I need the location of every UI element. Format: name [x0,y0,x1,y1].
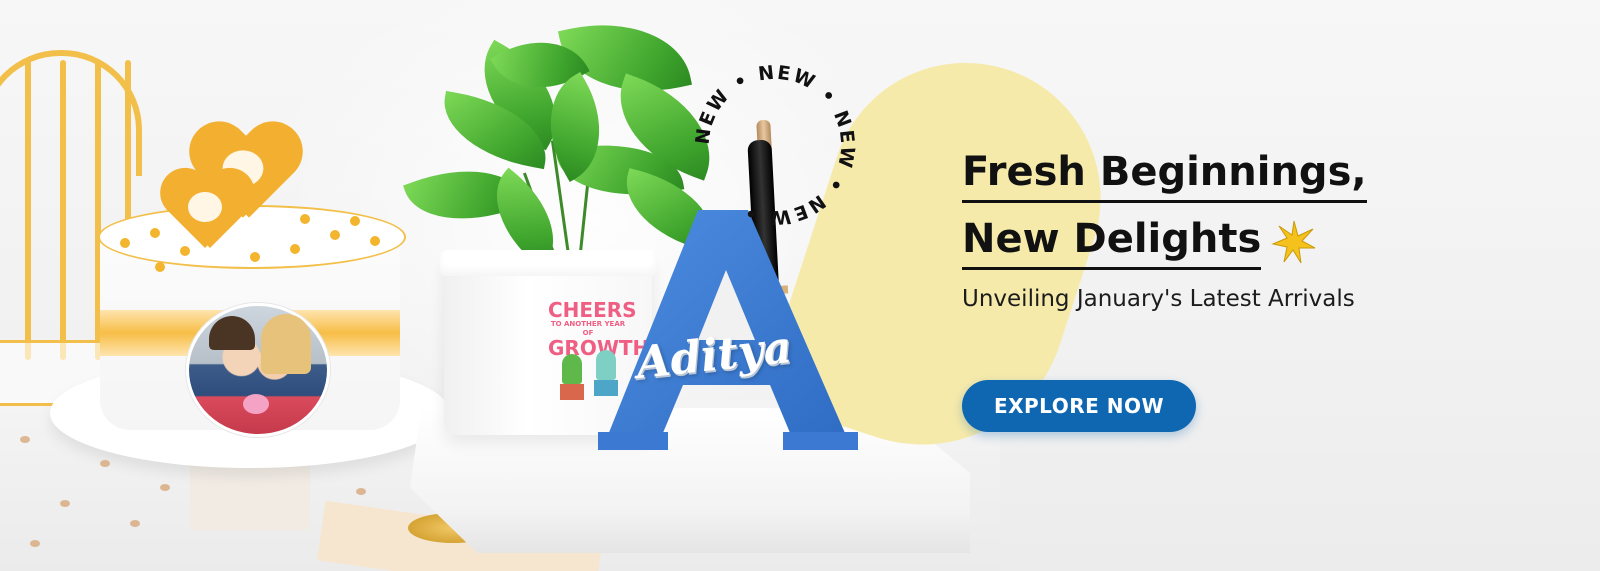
couple-photo [186,303,330,437]
sparkle-icon [1271,219,1317,265]
svg-text:NEW • NEW • NEW • NEW •: NEW • NEW • NEW • NEW • [692,62,859,229]
explore-now-button[interactable]: EXPLORE NOW [962,380,1196,432]
cactus-illustration [562,354,582,384]
subheading: Unveiling January's Latest Arrivals [962,286,1355,312]
banner-copy: Fresh Beginnings, New Delights Unveiling… [962,146,1482,312]
promo-banner[interactable]: CHEERS TO ANOTHER YEAR OF GROWTH Aditya … [0,0,1600,571]
cactus-pot-illustration [560,384,584,400]
headline-line1: Fresh Beginnings, [962,146,1367,203]
new-badge-text: NEW • NEW • NEW • NEW • [692,62,857,229]
new-badge: NEW • NEW • NEW • NEW • [692,62,859,229]
heart-topper-small [160,170,250,250]
headline-line2: New Delights [962,213,1262,270]
